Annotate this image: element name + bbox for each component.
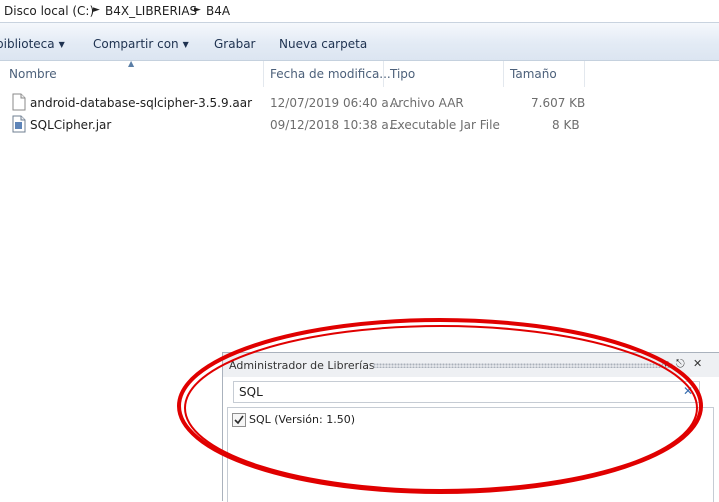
column-header-size-label: Tamaño [510, 67, 557, 81]
include-in-library-button[interactable]: biblioteca ▼ [0, 37, 65, 51]
column-header-type[interactable]: Tipo [384, 61, 504, 87]
column-header-type-label: Tipo [390, 67, 416, 81]
library-item-label: SQL (Versión: 1.50) [249, 413, 355, 426]
file-row[interactable]: SQLCipher.jar 09/12/2018 10:38 a... Exec… [0, 114, 600, 136]
breadcrumb-item-b4x-librerias[interactable]: B4X_LIBRERIAS [105, 4, 197, 18]
library-list: SQL (Versión: 1.50) [227, 407, 714, 502]
library-search-value: SQL [239, 385, 263, 399]
breadcrumb-item-disk[interactable]: Disco local (C:) [4, 4, 94, 18]
column-header-name[interactable]: Nombre ▲ [0, 59, 264, 87]
sort-ascending-icon: ▲ [128, 59, 135, 68]
clear-search-icon[interactable]: ✕ [683, 384, 693, 398]
panel-menu-icon[interactable]: ▾ [663, 357, 669, 370]
share-with-label: Compartir con [93, 37, 179, 51]
file-type: Archivo AAR [390, 96, 464, 110]
document-file-icon [12, 93, 26, 111]
column-header-name-label: Nombre [9, 67, 57, 81]
library-search-input[interactable]: SQL ✕ [233, 381, 700, 403]
column-header-size[interactable]: Tamaño [504, 61, 585, 87]
breadcrumb-separator-icon[interactable]: ► [93, 5, 100, 15]
column-header-date-label: Fecha de modifica... [270, 67, 391, 81]
file-size: 8 KB [552, 118, 580, 132]
share-with-button[interactable]: Compartir con ▼ [93, 37, 189, 51]
panel-drag-grip[interactable] [373, 363, 673, 368]
chevron-down-icon: ▼ [58, 40, 65, 49]
pin-icon[interactable]: ⎋ [676, 357, 685, 371]
file-date: 12/07/2019 06:40 a... [270, 96, 401, 110]
breadcrumb-separator-icon[interactable]: ► [194, 5, 201, 15]
file-date: 09/12/2018 10:38 a... [270, 118, 401, 132]
chevron-down-icon: ▼ [182, 40, 189, 49]
file-size: 7.607 KB [531, 96, 586, 110]
checkmark-icon [234, 415, 244, 425]
burn-button[interactable]: Grabar [214, 37, 256, 51]
include-in-library-label: biblioteca [0, 37, 55, 51]
library-manager-panel: Administrador de Librerías ▾ ⎋ ✕ SQL ✕ S… [222, 352, 719, 502]
command-toolbar: biblioteca ▼ Compartir con ▼ Grabar Nueva … [0, 23, 719, 61]
breadcrumb: Disco local (C:) ► B4X_LIBRERIAS ► B4A [0, 0, 719, 23]
breadcrumb-item-b4a[interactable]: B4A [206, 4, 230, 18]
file-name: SQLCipher.jar [30, 118, 112, 132]
column-header-row: Nombre ▲ Fecha de modifica... Tipo Tamañ… [0, 59, 719, 87]
panel-title-bar[interactable]: Administrador de Librerías ▾ ⎋ ✕ [223, 353, 719, 377]
file-name: android-database-sqlcipher-3.5.9.aar [30, 96, 253, 110]
jar-file-icon [12, 115, 26, 133]
file-type: Executable Jar File [390, 118, 500, 132]
panel-title: Administrador de Librerías [229, 359, 375, 372]
file-row[interactable]: android-database-sqlcipher-3.5.9.aar 12/… [0, 92, 600, 114]
new-folder-button[interactable]: Nueva carpeta [279, 37, 367, 51]
library-checkbox[interactable] [232, 413, 246, 427]
column-header-date[interactable]: Fecha de modifica... [264, 61, 391, 87]
close-icon[interactable]: ✕ [693, 357, 702, 370]
